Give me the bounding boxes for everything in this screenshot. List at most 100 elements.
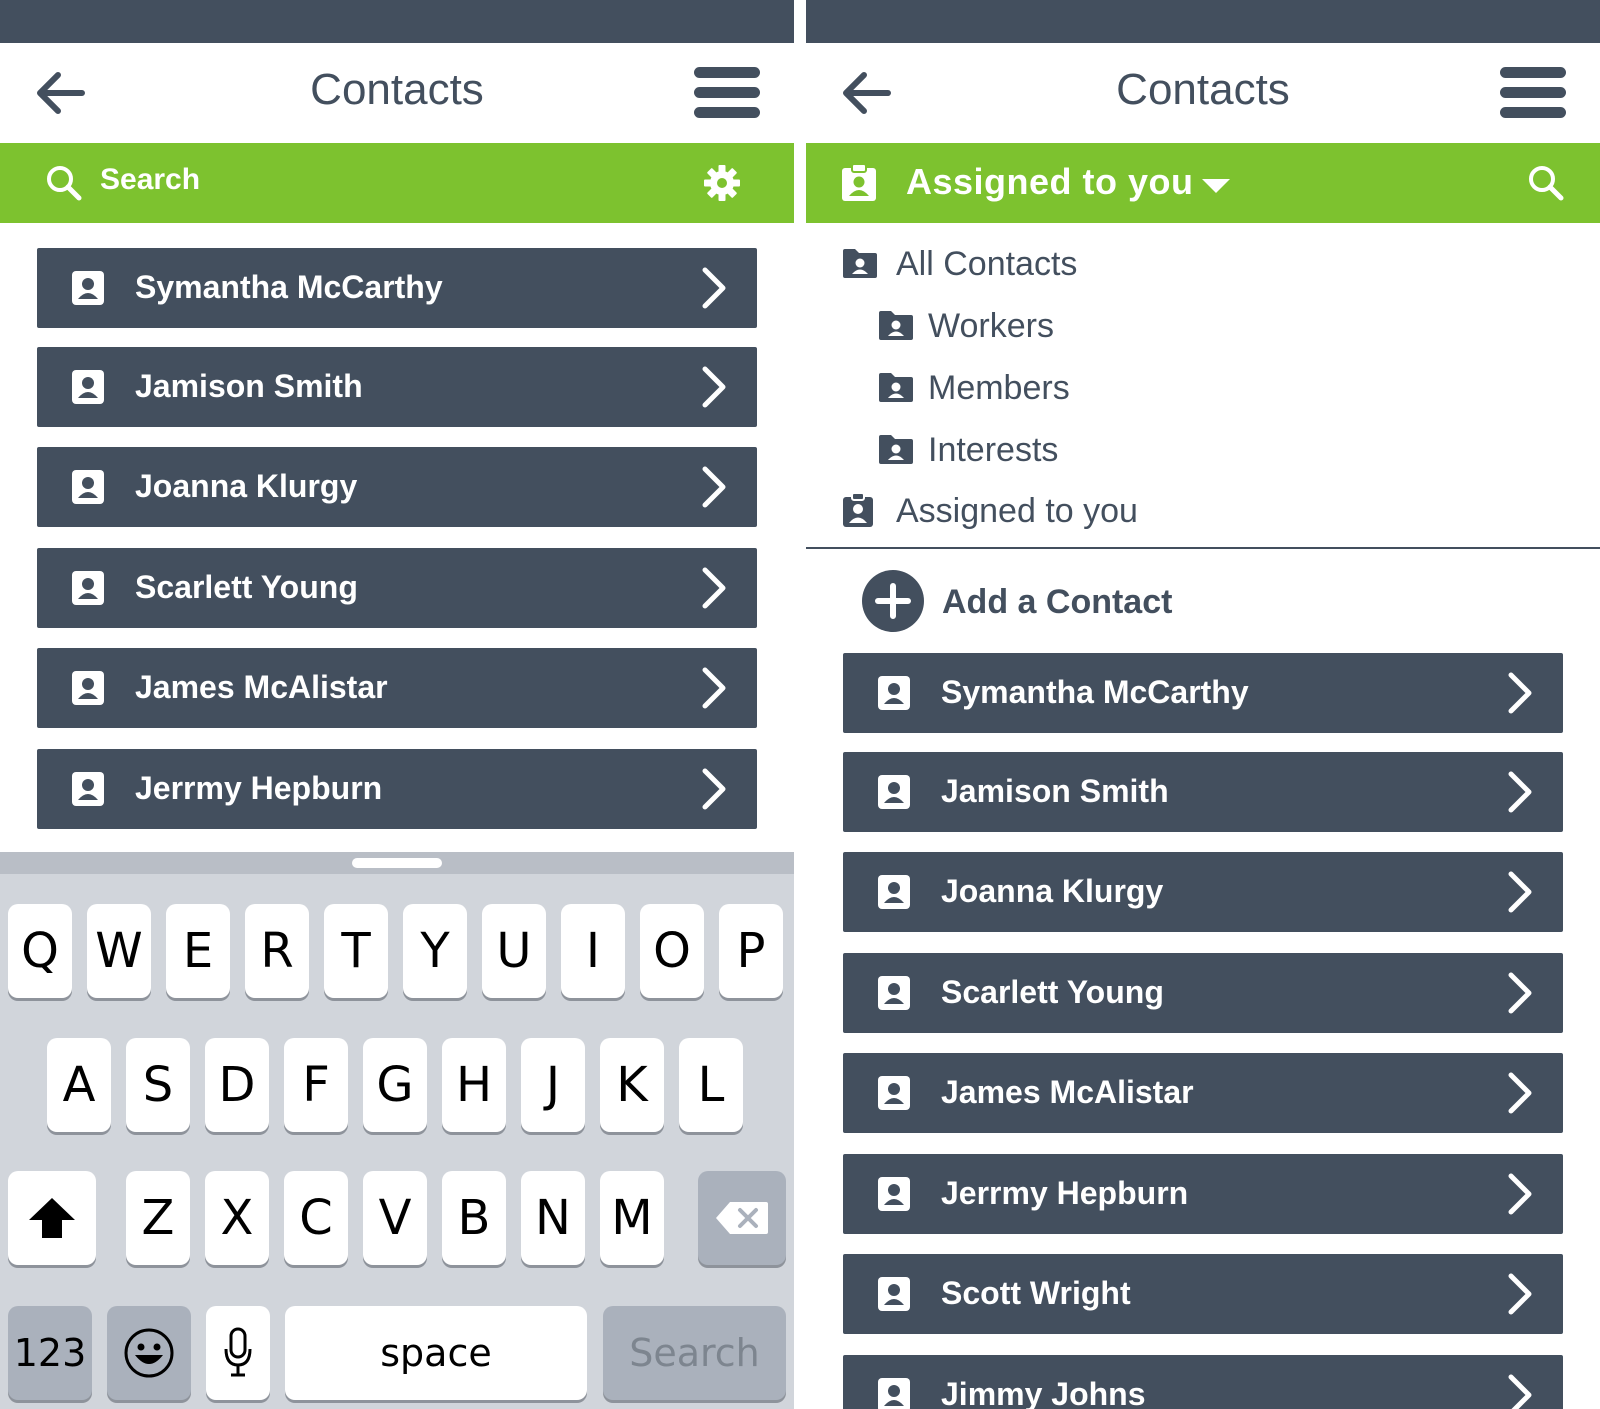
- contact-row[interactable]: Joanna Klurgy: [37, 447, 757, 527]
- key-b[interactable]: B: [442, 1171, 506, 1265]
- search-icon[interactable]: [44, 163, 84, 203]
- gear-icon[interactable]: [702, 163, 742, 203]
- menu-label: All Contacts: [896, 245, 1078, 283]
- contact-row[interactable]: Symantha McCarthy: [843, 653, 1563, 733]
- emoji-key[interactable]: [107, 1306, 191, 1400]
- add-contact-button[interactable]: Add a Contact: [862, 570, 1282, 634]
- search-icon[interactable]: [1526, 163, 1566, 203]
- key-k[interactable]: K: [600, 1038, 664, 1132]
- key-z[interactable]: Z: [126, 1171, 190, 1265]
- contact-card-icon: [878, 1177, 910, 1211]
- contact-card-icon: [878, 1277, 910, 1311]
- menu-item-all-contacts[interactable]: All Contacts: [842, 245, 1242, 289]
- key-i[interactable]: I: [561, 904, 625, 998]
- key-f[interactable]: F: [284, 1038, 348, 1132]
- menu-item-members[interactable]: Members: [878, 369, 1178, 413]
- key-r[interactable]: R: [245, 904, 309, 998]
- arrow-left-icon[interactable]: [836, 63, 896, 123]
- contact-name: Jamison Smith: [135, 368, 363, 404]
- key-n[interactable]: N: [521, 1171, 585, 1265]
- key-v[interactable]: V: [363, 1171, 427, 1265]
- contact-card-icon: [878, 1378, 910, 1409]
- contact-row[interactable]: Scarlett Young: [843, 953, 1563, 1033]
- chevron-right-icon: [1508, 1374, 1532, 1409]
- contact-folder-icon: [879, 373, 913, 402]
- key-q[interactable]: Q: [8, 904, 72, 998]
- page-title: Contacts: [1116, 65, 1290, 114]
- keyboard-top-bar: [0, 852, 794, 874]
- menu-label: Members: [928, 369, 1070, 407]
- menu-label: Workers: [928, 307, 1054, 345]
- nav-bar: Contacts: [0, 43, 794, 143]
- key-e[interactable]: E: [166, 904, 230, 998]
- search-key[interactable]: Search: [603, 1306, 786, 1400]
- screen-divider: [794, 0, 806, 1409]
- key-u[interactable]: U: [482, 904, 546, 998]
- contact-name: James McAlistar: [135, 669, 388, 705]
- arrow-left-icon[interactable]: [30, 63, 90, 123]
- key-s[interactable]: S: [126, 1038, 190, 1132]
- contact-folder-icon: [879, 311, 913, 340]
- contact-row[interactable]: Scarlett Young: [37, 548, 757, 628]
- chevron-down-icon[interactable]: [1202, 179, 1230, 193]
- microphone-key[interactable]: [206, 1306, 270, 1400]
- contact-folder-icon: [843, 249, 877, 278]
- contact-row[interactable]: James McAlistar: [37, 648, 757, 728]
- contact-row[interactable]: Jamison Smith: [843, 752, 1563, 832]
- contact-row[interactable]: Joanna Klurgy: [843, 852, 1563, 932]
- key-d[interactable]: D: [205, 1038, 269, 1132]
- key-o[interactable]: O: [640, 904, 704, 998]
- left-screen: Contacts Search Symantha McCarthy Jamiso…: [0, 0, 794, 1409]
- menu-item-interests[interactable]: Interests: [878, 431, 1178, 475]
- key-y[interactable]: Y: [403, 904, 467, 998]
- contact-row[interactable]: James McAlistar: [843, 1053, 1563, 1133]
- key-x[interactable]: X: [205, 1171, 269, 1265]
- contact-row[interactable]: Jimmy Johns: [843, 1355, 1563, 1409]
- chevron-right-icon: [1508, 1173, 1532, 1215]
- key-w[interactable]: W: [87, 904, 151, 998]
- menu-label: Assigned to you: [896, 492, 1138, 530]
- menu-item-workers[interactable]: Workers: [878, 307, 1178, 351]
- hamburger-menu-icon[interactable]: [1500, 63, 1570, 123]
- assigned-clipboard-icon: [842, 163, 876, 201]
- search-bar[interactable]: Search: [0, 143, 794, 223]
- shift-key[interactable]: [8, 1171, 96, 1265]
- contact-row[interactable]: Jamison Smith: [37, 347, 757, 427]
- add-contact-label: Add a Contact: [942, 583, 1173, 621]
- delete-key[interactable]: [698, 1171, 786, 1265]
- key-c[interactable]: C: [284, 1171, 348, 1265]
- key-p[interactable]: P: [719, 904, 783, 998]
- key-l[interactable]: L: [679, 1038, 743, 1132]
- contact-name: Scarlett Young: [941, 974, 1164, 1010]
- page-title: Contacts: [310, 65, 484, 114]
- key-m[interactable]: M: [600, 1171, 664, 1265]
- contact-row[interactable]: Scott Wright: [843, 1254, 1563, 1334]
- chevron-right-icon: [702, 466, 726, 508]
- contact-row[interactable]: Symantha McCarthy: [37, 248, 757, 328]
- search-input[interactable]: Search: [100, 163, 200, 197]
- menu-label: Interests: [928, 431, 1059, 469]
- filter-bar: Assigned to you: [806, 143, 1600, 223]
- contact-name: Jimmy Johns: [941, 1376, 1146, 1409]
- contact-name: James McAlistar: [941, 1074, 1194, 1110]
- nav-bar: Contacts: [806, 43, 1600, 143]
- contact-card-icon: [878, 775, 910, 809]
- menu-item-assigned[interactable]: Assigned to you: [842, 492, 1242, 536]
- keyboard-handle[interactable]: [352, 858, 442, 868]
- contact-name: Symantha McCarthy: [941, 674, 1249, 710]
- chevron-right-icon: [702, 567, 726, 609]
- space-key[interactable]: space: [285, 1306, 587, 1400]
- key-h[interactable]: H: [442, 1038, 506, 1132]
- microphone-icon: [224, 1327, 252, 1377]
- chevron-right-icon: [1508, 1072, 1532, 1114]
- key-g[interactable]: G: [363, 1038, 427, 1132]
- chevron-right-icon: [1508, 672, 1532, 714]
- contact-row[interactable]: Jerrmy Hepburn: [37, 749, 757, 829]
- numbers-key[interactable]: 123: [8, 1306, 92, 1400]
- key-j[interactable]: J: [521, 1038, 585, 1132]
- hamburger-menu-icon[interactable]: [694, 63, 764, 123]
- key-t[interactable]: T: [324, 904, 388, 998]
- filter-dropdown[interactable]: Assigned to you: [906, 161, 1194, 203]
- contact-row[interactable]: Jerrmy Hepburn: [843, 1154, 1563, 1234]
- key-a[interactable]: A: [47, 1038, 111, 1132]
